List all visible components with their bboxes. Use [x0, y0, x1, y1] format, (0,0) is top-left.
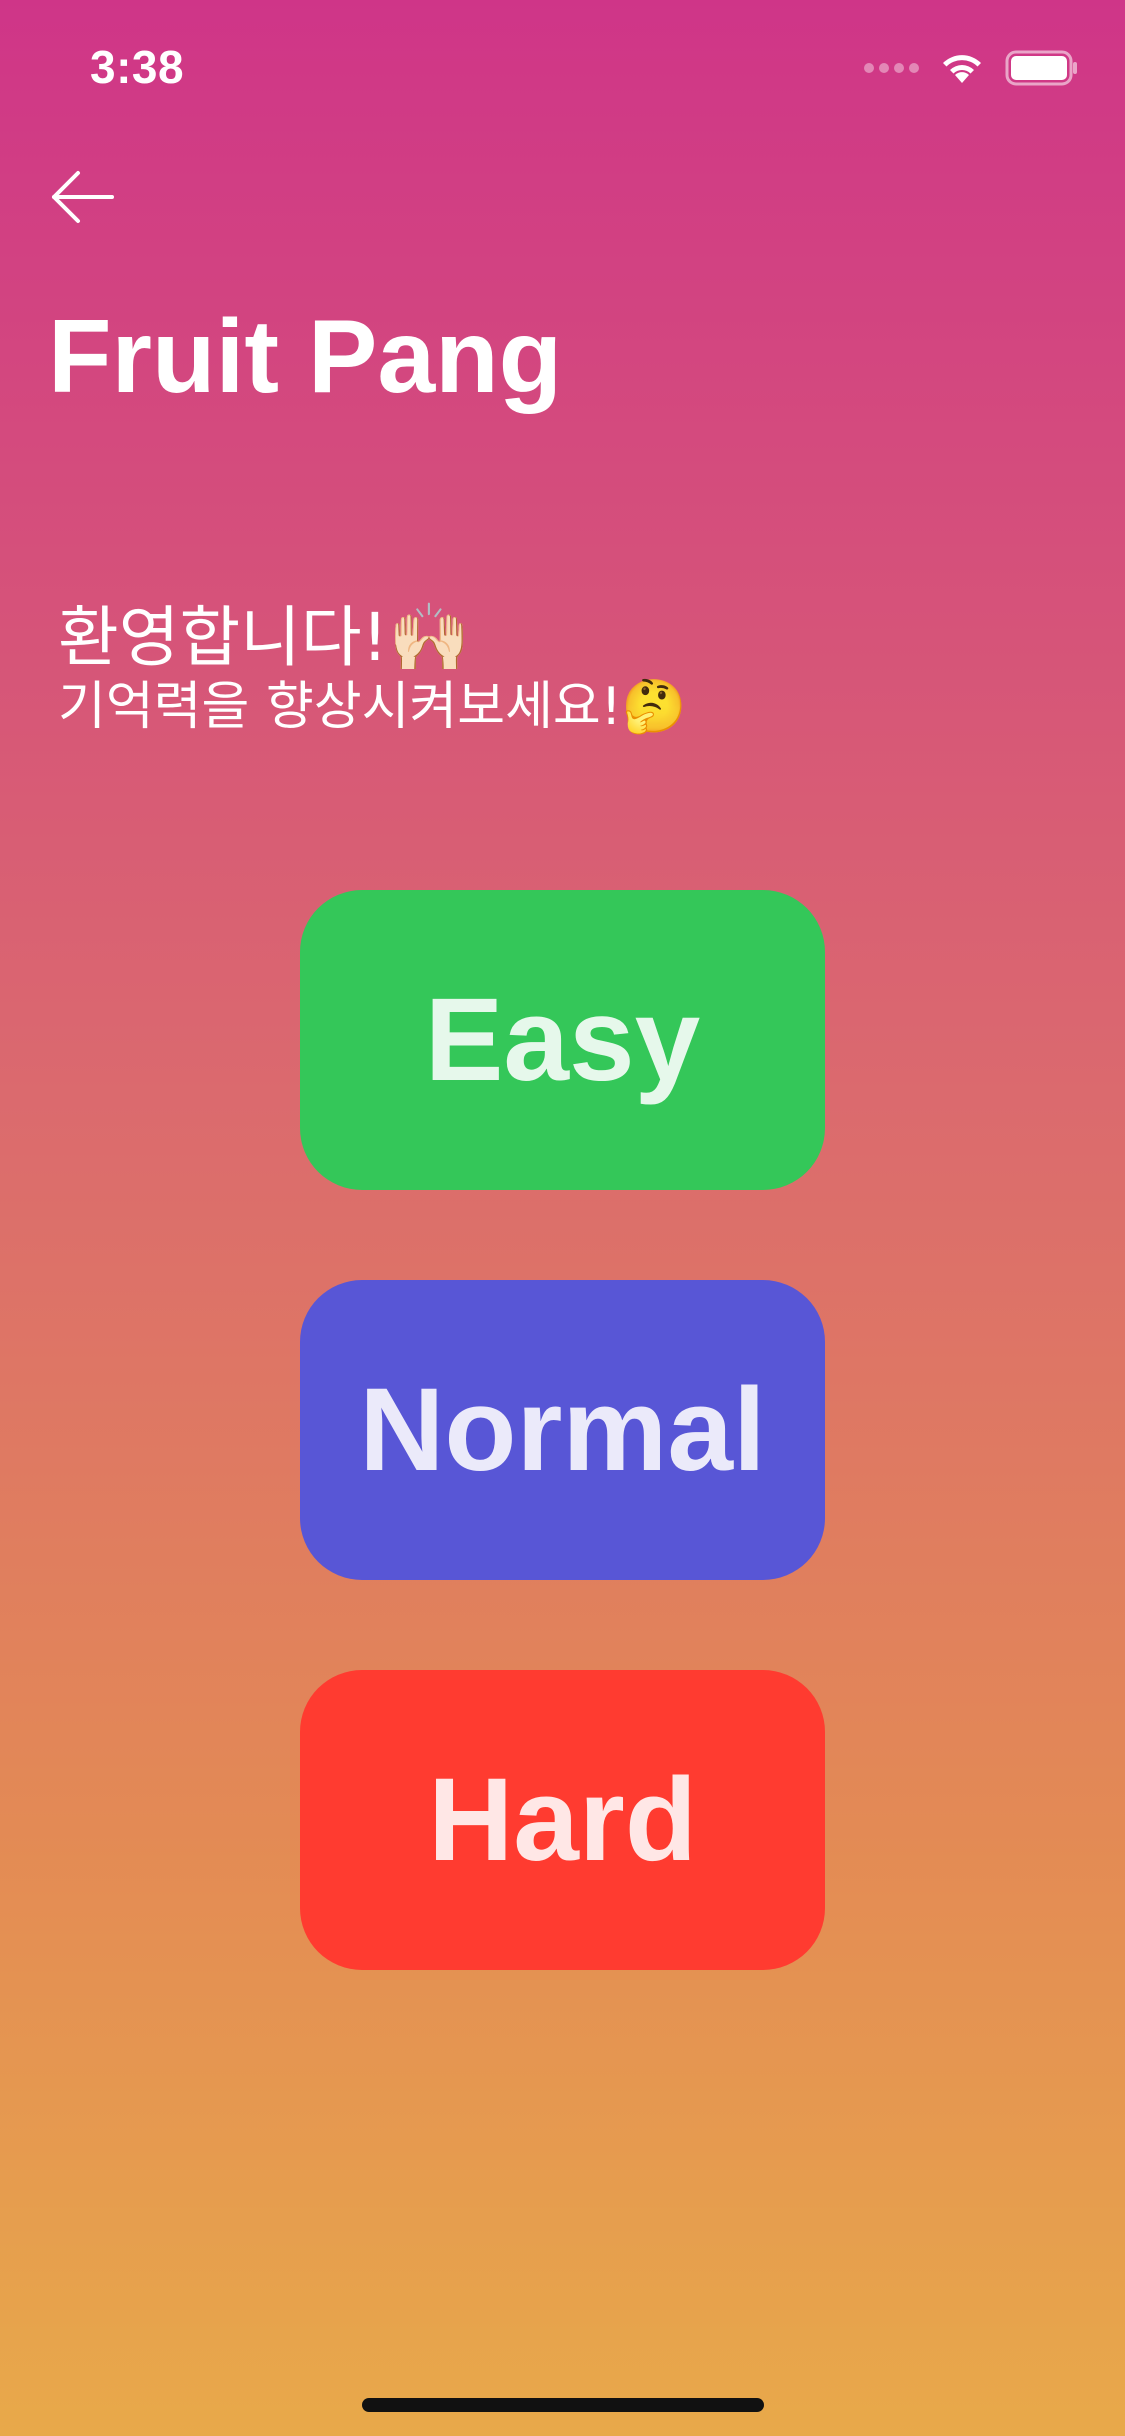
home-indicator [362, 2398, 764, 2412]
thinking-face-icon: 🤔 [621, 676, 687, 737]
back-button[interactable] [50, 170, 120, 230]
memory-prompt-line: 기억력을 향상시켜보세요!🤔 [58, 676, 686, 738]
status-time: 3:38 [90, 41, 185, 93]
back-arrow-icon [52, 171, 114, 223]
memory-prompt-text: 기억력을 향상시켜보세요! [58, 676, 622, 737]
easy-button[interactable]: Easy [300, 890, 825, 1190]
wifi-icon [943, 55, 981, 83]
cellular-signal-icon [864, 63, 919, 73]
raised-hands-icon: 🙌🏻 [388, 599, 471, 676]
status-icons [864, 50, 1079, 86]
normal-button[interactable]: Normal [300, 1280, 825, 1580]
welcome-text: 환영합니다! [58, 599, 389, 676]
page-title: Fruit Pang [48, 299, 563, 415]
welcome-line: 환영합니다!🙌🏻 [58, 600, 686, 676]
welcome-message: 환영합니다!🙌🏻 기억력을 향상시켜보세요!🤔 [58, 600, 686, 738]
screen: 3:38 Fruit Pang 환영합니다!🙌🏻 기억력을 향상시켜보세요!🤔 [0, 0, 1125, 2436]
hard-button[interactable]: Hard [300, 1670, 825, 1970]
battery-icon [1005, 50, 1077, 86]
